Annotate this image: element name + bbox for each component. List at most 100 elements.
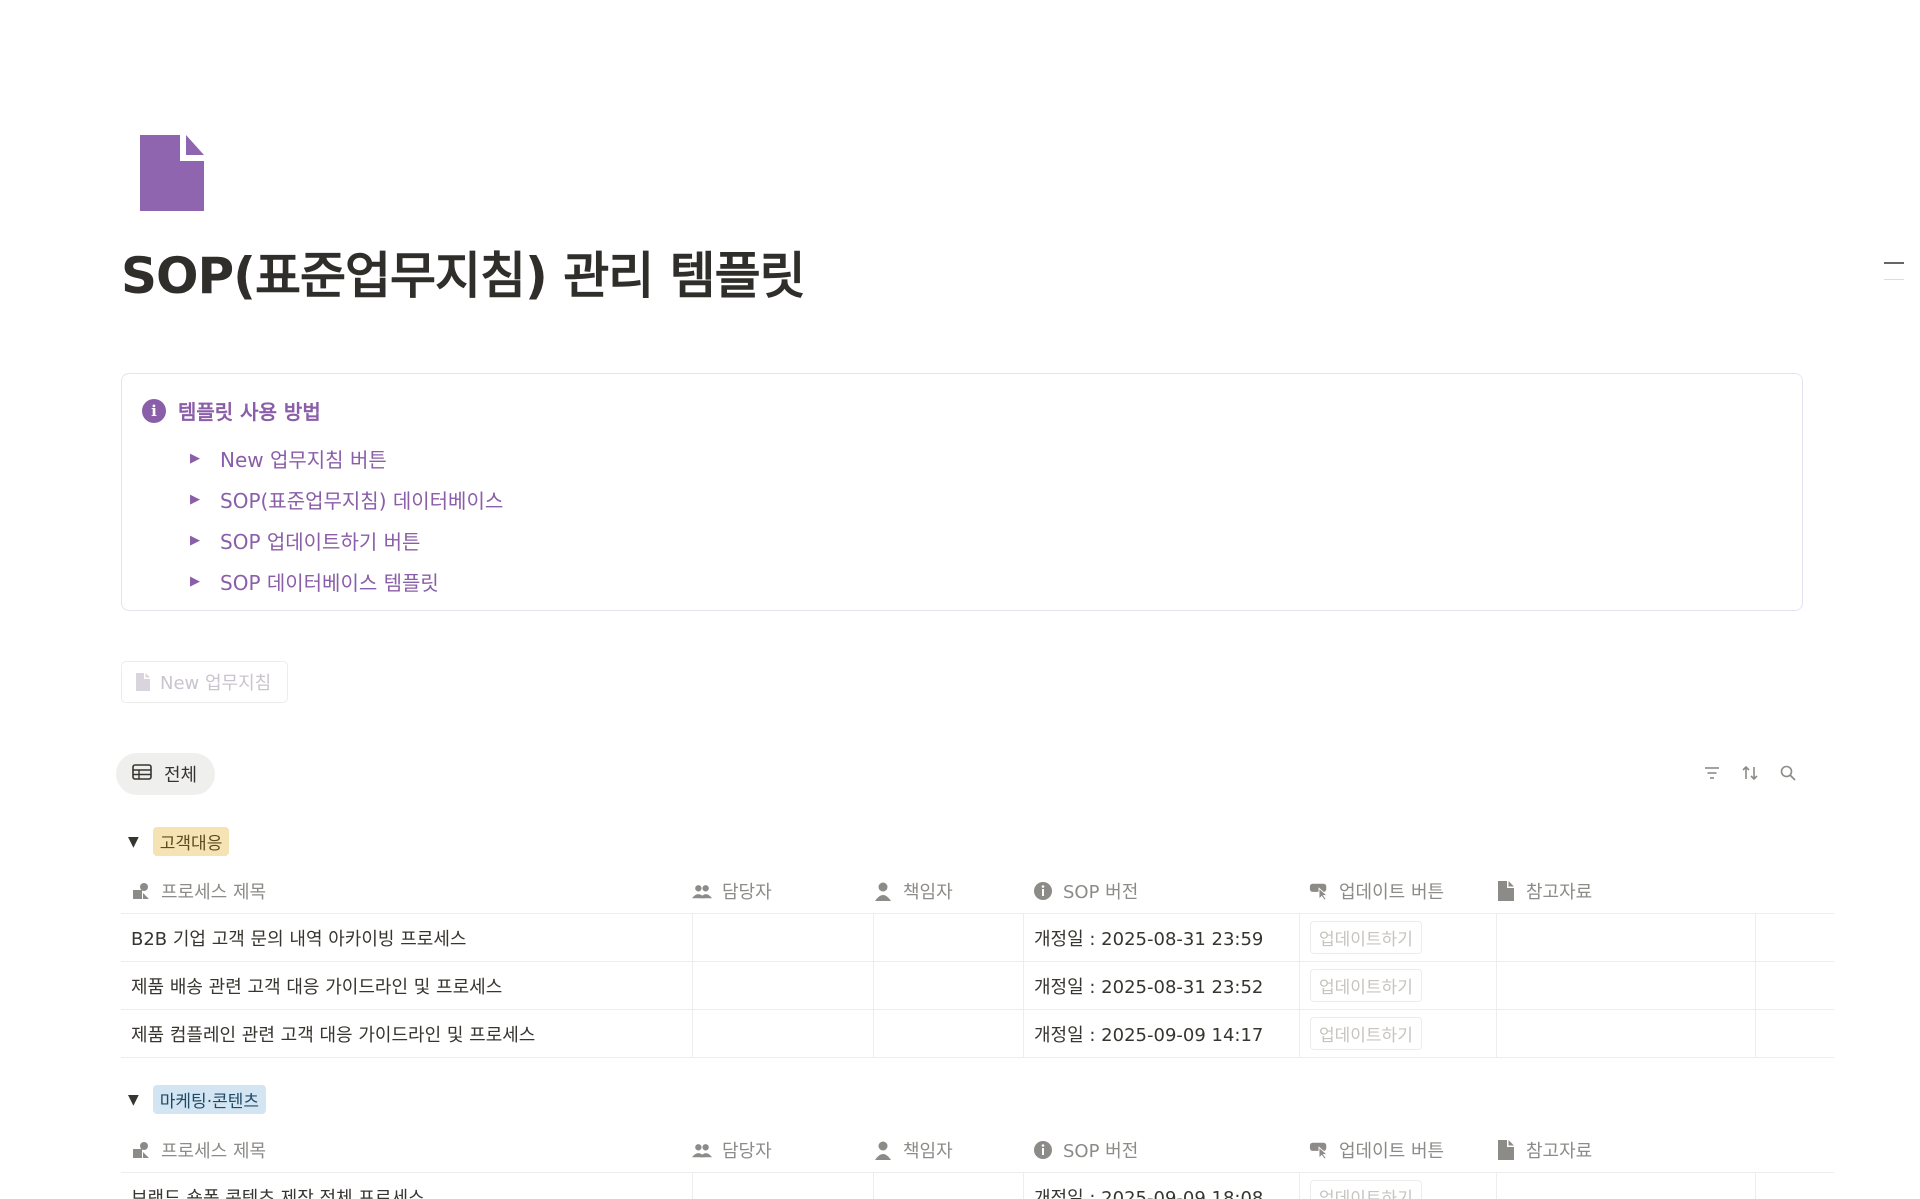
toggle-arrow-icon[interactable]: ▶	[190, 451, 204, 466]
group-table-customer: 프로세스 제목 담당자 책임자 SOP 버전 업데이트 버튼 참고자료 B2B …	[121, 868, 1834, 1058]
column-header-version[interactable]: SOP 버전	[1023, 1127, 1298, 1172]
new-guideline-button[interactable]: New 업무지침	[121, 661, 289, 703]
table-row[interactable]: 제품 배송 관련 고객 대응 가이드라인 및 프로세스 개정일 : 2025-0…	[121, 962, 1834, 1010]
filter-icon[interactable]	[1702, 764, 1722, 784]
row-owner[interactable]	[692, 914, 872, 961]
row-update-cell: 업데이트하기	[1299, 914, 1496, 961]
info-icon: i	[142, 398, 166, 423]
group-header-customer[interactable]: ▼ 고객대응	[128, 827, 230, 856]
toggle-label: SOP 업데이트하기 버튼	[220, 530, 421, 554]
column-header-label: 책임자	[903, 1140, 953, 1162]
column-header-label: 책임자	[903, 881, 953, 903]
collapse-arrow-icon[interactable]: ▼	[128, 1092, 139, 1108]
column-header-reference[interactable]: 참고자료	[1496, 868, 1754, 913]
toggle-new-button-guide[interactable]: ▶ New 업무지침 버튼	[190, 438, 503, 479]
column-header-label: SOP 버전	[1063, 1140, 1139, 1162]
row-update-cell: 업데이트하기	[1299, 962, 1496, 1009]
row-title[interactable]: 제품 배송 관련 고객 대응 가이드라인 및 프로세스	[131, 962, 681, 1009]
search-icon[interactable]	[1778, 764, 1798, 784]
row-owner[interactable]	[692, 962, 872, 1009]
new-button-label: New 업무지침	[160, 673, 272, 694]
row-responsible[interactable]	[873, 914, 1023, 961]
view-tab-all[interactable]: 전체	[116, 753, 216, 795]
column-header-update[interactable]: 업데이트 버튼	[1299, 868, 1496, 913]
column-header-reference[interactable]: 참고자료	[1496, 1127, 1754, 1172]
info-circle-icon	[1033, 1140, 1053, 1160]
toggle-arrow-icon[interactable]: ▶	[190, 492, 204, 507]
outline-toggle-icon[interactable]	[1884, 262, 1904, 282]
row-update-cell: 업데이트하기	[1299, 1010, 1496, 1057]
cursor-click-icon	[1309, 1140, 1329, 1160]
row-owner[interactable]	[692, 1173, 872, 1199]
column-header-label: 참고자료	[1526, 1140, 1593, 1162]
group-header-marketing[interactable]: ▼ 마케팅·콘텐츠	[128, 1085, 267, 1114]
info-circle-icon	[1033, 881, 1053, 901]
row-title[interactable]: 제품 컴플레인 관련 고객 대응 가이드라인 및 프로세스	[131, 1010, 681, 1057]
row-reference[interactable]	[1496, 1010, 1754, 1057]
table-header-row: 프로세스 제목 담당자 책임자 SOP 버전 업데이트 버튼 참고자료	[121, 1127, 1834, 1173]
table-row[interactable]: B2B 기업 고객 문의 내역 아카이빙 프로세스 개정일 : 2025-08-…	[121, 914, 1834, 962]
row-version: 개정일 : 2025-09-09 14:17	[1023, 1010, 1298, 1057]
row-extra	[1755, 962, 1833, 1009]
toggle-template-guide[interactable]: ▶ SOP 데이터베이스 템플릿	[190, 561, 503, 602]
callout-title: 템플릿 사용 방법	[178, 400, 321, 424]
usage-callout: i 템플릿 사용 방법 ▶ New 업무지침 버튼 ▶ SOP(표준업무지침) …	[121, 373, 1803, 611]
row-version: 개정일 : 2025-08-31 23:52	[1023, 962, 1298, 1009]
people-icon	[692, 1140, 712, 1160]
row-reference[interactable]	[1496, 962, 1754, 1009]
toggle-database-guide[interactable]: ▶ SOP(표준업무지침) 데이터베이스	[190, 479, 503, 520]
person-icon	[873, 1140, 893, 1160]
column-header-version[interactable]: SOP 버전	[1023, 868, 1298, 913]
toggle-arrow-icon[interactable]: ▶	[190, 533, 204, 548]
row-responsible[interactable]	[873, 1010, 1023, 1057]
toggle-label: SOP(표준업무지침) 데이터베이스	[220, 489, 504, 513]
column-header-label: 담당자	[722, 1140, 772, 1162]
callout-toggle-list: ▶ New 업무지침 버튼 ▶ SOP(표준업무지침) 데이터베이스 ▶ SOP…	[190, 438, 503, 602]
toggle-arrow-icon[interactable]: ▶	[190, 574, 204, 589]
update-button[interactable]: 업데이트하기	[1310, 969, 1422, 1002]
row-extra	[1755, 914, 1833, 961]
document-icon	[1496, 1139, 1516, 1160]
row-extra	[1755, 1173, 1833, 1199]
column-header-label: 담당자	[722, 881, 772, 903]
column-header-owner[interactable]: 담당자	[692, 1127, 872, 1172]
column-header-label: 업데이트 버튼	[1339, 1140, 1445, 1162]
cursor-click-icon	[1309, 881, 1329, 901]
callout-header: i 템플릿 사용 방법	[142, 396, 321, 425]
row-reference[interactable]	[1496, 914, 1754, 961]
row-title[interactable]: B2B 기업 고객 문의 내역 아카이빙 프로세스	[131, 914, 681, 961]
row-version: 개정일 : 2025-09-09 18:08	[1023, 1173, 1298, 1199]
page-document-icon[interactable]	[140, 135, 204, 211]
column-header-update[interactable]: 업데이트 버튼	[1299, 1127, 1496, 1172]
row-reference[interactable]	[1496, 1173, 1754, 1199]
person-icon	[873, 881, 893, 901]
group-tag: 마케팅·콘텐츠	[152, 1085, 267, 1114]
toggle-update-button-guide[interactable]: ▶ SOP 업데이트하기 버튼	[190, 520, 503, 561]
column-header-responsible[interactable]: 책임자	[873, 1127, 1023, 1172]
table-row[interactable]: 제품 컴플레인 관련 고객 대응 가이드라인 및 프로세스 개정일 : 2025…	[121, 1010, 1834, 1058]
collapse-arrow-icon[interactable]: ▼	[128, 834, 139, 850]
row-owner[interactable]	[692, 1010, 872, 1057]
toggle-label: SOP 데이터베이스 템플릿	[220, 571, 439, 595]
document-icon	[136, 673, 150, 691]
column-header-title[interactable]: 프로세스 제목	[131, 1127, 681, 1172]
view-tab-label: 전체	[164, 765, 198, 786]
column-header-label: 프로세스 제목	[161, 881, 267, 903]
update-button[interactable]: 업데이트하기	[1310, 1017, 1422, 1050]
group-tag: 고객대응	[152, 827, 230, 856]
column-header-label: 업데이트 버튼	[1339, 881, 1445, 903]
document-icon	[1496, 880, 1516, 901]
row-title[interactable]: 브랜드 숏폼 콘텐츠 제작 전체 프로세스	[131, 1173, 681, 1199]
table-row[interactable]: 브랜드 숏폼 콘텐츠 제작 전체 프로세스 개정일 : 2025-09-09 1…	[121, 1173, 1834, 1199]
update-button[interactable]: 업데이트하기	[1310, 1180, 1422, 1199]
update-button[interactable]: 업데이트하기	[1310, 921, 1422, 954]
column-header-title[interactable]: 프로세스 제목	[131, 868, 681, 913]
row-responsible[interactable]	[873, 1173, 1023, 1199]
column-header-responsible[interactable]: 책임자	[873, 868, 1023, 913]
row-responsible[interactable]	[873, 962, 1023, 1009]
sort-icon[interactable]	[1740, 764, 1760, 784]
table-header-row: 프로세스 제목 담당자 책임자 SOP 버전 업데이트 버튼 참고자료	[121, 868, 1834, 914]
column-header-owner[interactable]: 담당자	[692, 868, 872, 913]
row-update-cell: 업데이트하기	[1299, 1173, 1496, 1199]
group-table-marketing: 프로세스 제목 담당자 책임자 SOP 버전 업데이트 버튼 참고자료 브랜드 …	[121, 1127, 1834, 1199]
